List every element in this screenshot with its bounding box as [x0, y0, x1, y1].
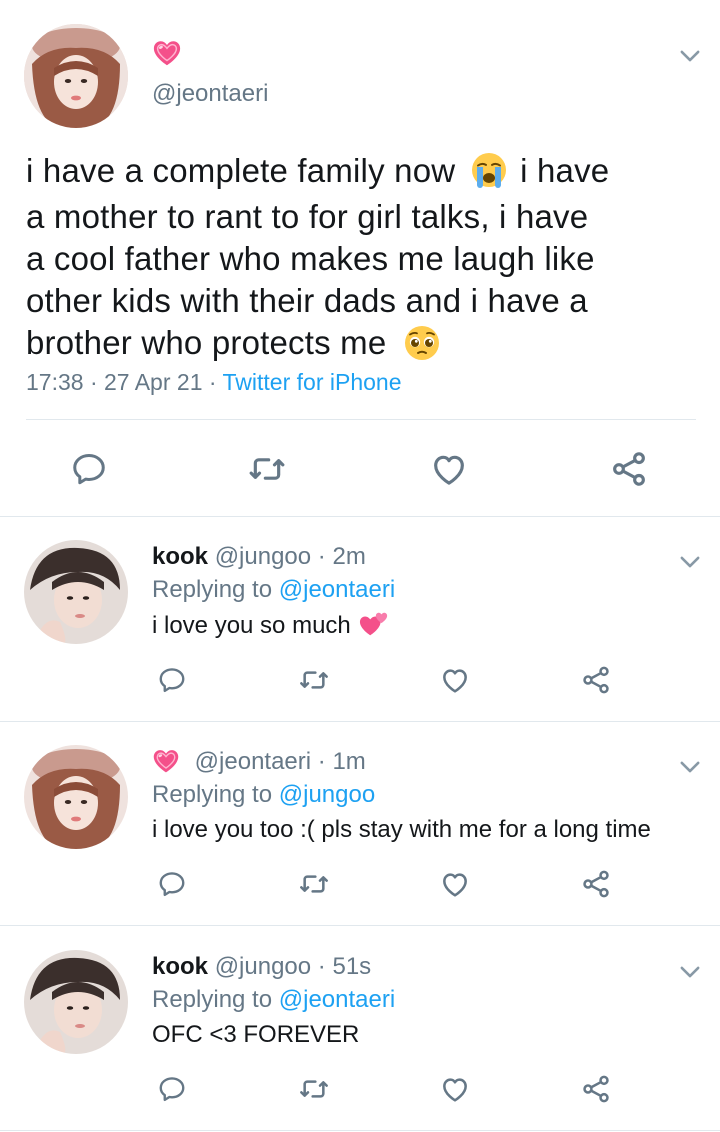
meta-separator: ·	[317, 543, 326, 570]
avatar-jeontaeri[interactable]	[24, 745, 128, 849]
meta-separator: ·	[317, 953, 326, 980]
meta-separator: ·	[208, 369, 217, 395]
reply-button[interactable]	[156, 664, 188, 696]
divider	[0, 516, 720, 517]
tweet-source-link[interactable]: Twitter for iPhone	[223, 369, 402, 395]
like-button[interactable]	[439, 868, 471, 900]
like-icon	[439, 868, 471, 900]
reply-text: i love you too :( pls stay with me for a…	[152, 816, 651, 844]
share-button[interactable]	[580, 1073, 612, 1105]
reply-button[interactable]	[68, 448, 110, 490]
reply-time: 2m	[332, 543, 366, 570]
replying-to: Replying to @jeontaeri	[152, 986, 395, 1014]
reply-icon	[70, 450, 108, 488]
reply-text: OFC <3 FOREVER	[152, 1021, 359, 1049]
avatar-jungoo[interactable]	[24, 950, 128, 1054]
divider	[26, 419, 696, 420]
crying-emoji-icon	[469, 150, 509, 190]
share-icon	[609, 449, 649, 489]
divider	[0, 1130, 720, 1131]
replying-to-link[interactable]: @jeontaeri	[279, 986, 395, 1013]
reply-button[interactable]	[156, 868, 188, 900]
avatar-jeontaeri[interactable]	[24, 24, 128, 128]
meta-separator: ·	[317, 748, 326, 775]
replying-to-label: Replying to	[152, 781, 273, 808]
tweet-text-line: brother who protects me	[26, 324, 387, 362]
retweet-button[interactable]	[246, 448, 288, 490]
retweet-icon	[298, 664, 330, 696]
reply-icon	[157, 1074, 187, 1104]
like-button[interactable]	[428, 448, 470, 490]
share-button[interactable]	[580, 664, 612, 696]
heart-pink-emoji-icon	[152, 747, 180, 775]
retweet-icon	[298, 1073, 330, 1105]
tweet-text-line: other kids with their dads and i have a	[26, 282, 588, 320]
retweet-button[interactable]	[298, 1073, 330, 1105]
reply-header: kook @jungoo · 51s	[152, 953, 371, 981]
replying-to: Replying to @jungoo	[152, 781, 375, 809]
reply-text: i love you so much	[152, 612, 389, 640]
reply-icon	[157, 665, 187, 695]
retweet-button[interactable]	[298, 664, 330, 696]
reply-time: 51s	[332, 953, 372, 980]
share-icon	[580, 664, 612, 696]
retweet-icon	[298, 868, 330, 900]
two-hearts-emoji-icon	[359, 609, 389, 639]
reply-handle[interactable]: @jeontaeri	[195, 748, 311, 775]
tweet-handle[interactable]: @jeontaeri	[152, 80, 268, 108]
display-name[interactable]: kook	[152, 543, 208, 570]
pleading-emoji-icon	[402, 323, 442, 363]
replying-to-label: Replying to	[152, 986, 273, 1013]
tweet-text: i have a complete family now i have a mo…	[26, 150, 686, 369]
tweet-text-line: a mother to rant to for girl talks, i ha…	[26, 198, 589, 236]
reply-handle[interactable]: @jungoo	[215, 953, 311, 980]
reply-text-content: i love you so much	[152, 612, 351, 639]
retweet-button[interactable]	[298, 868, 330, 900]
display-name[interactable]: kook	[152, 953, 208, 980]
tweet-time: 17:38	[26, 369, 84, 395]
tweet-text-line: i have	[520, 152, 610, 189]
divider	[0, 721, 720, 722]
retweet-icon	[247, 449, 287, 489]
reply-icon	[157, 869, 187, 899]
divider	[0, 925, 720, 926]
reply-handle[interactable]: @jungoo	[215, 543, 311, 570]
tweet-date: 27 Apr 21	[104, 369, 203, 395]
share-button[interactable]	[580, 868, 612, 900]
reply-time: 1m	[332, 748, 366, 775]
replying-to-label: Replying to	[152, 576, 273, 603]
reply-button[interactable]	[156, 1073, 188, 1105]
chevron-down-icon[interactable]	[676, 958, 704, 986]
meta-separator: ·	[89, 369, 98, 395]
avatar-jungoo[interactable]	[24, 540, 128, 644]
tweet-text-line: i have a complete family now	[26, 152, 456, 189]
tweet-text-line: a cool father who makes me laugh like	[26, 240, 595, 278]
share-button[interactable]	[608, 448, 650, 490]
replying-to-link[interactable]: @jeontaeri	[279, 576, 395, 603]
share-icon	[580, 868, 612, 900]
replying-to-link[interactable]: @jungoo	[279, 781, 375, 808]
like-icon	[429, 449, 469, 489]
reply-header: kook @jungoo · 2m	[152, 543, 366, 571]
like-icon	[439, 1073, 471, 1105]
chevron-down-icon[interactable]	[676, 753, 704, 781]
chevron-down-icon[interactable]	[676, 42, 704, 70]
reply-text-content: OFC <3 FOREVER	[152, 1021, 360, 1048]
heart-pink-emoji-icon	[152, 38, 182, 68]
like-button[interactable]	[439, 664, 471, 696]
chevron-down-icon[interactable]	[676, 548, 704, 576]
replying-to: Replying to @jeontaeri	[152, 576, 395, 604]
reply-header: @jeontaeri · 1m	[152, 748, 366, 776]
reply-text-content: i love you too :( pls stay with me for a…	[152, 816, 651, 843]
tweet-meta: 17:38 · 27 Apr 21 · Twitter for iPhone	[26, 369, 402, 396]
like-icon	[439, 664, 471, 696]
share-icon	[580, 1073, 612, 1105]
like-button[interactable]	[439, 1073, 471, 1105]
